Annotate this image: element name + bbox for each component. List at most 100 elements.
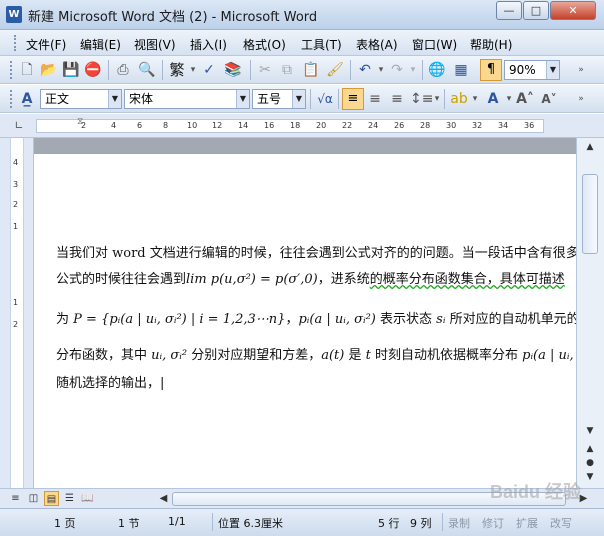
chevron-down-icon[interactable]: ▼ [546,61,559,79]
status-track-changes[interactable]: 修订 [482,515,504,531]
equation-object[interactable]: P = {pᵢ(a | uᵢ, σᵢ²) | i = 1,2,3⋯n} [73,312,285,327]
horizontal-ruler[interactable]: 2 ⧖ 4 6 8 10 12 14 16 18 20 22 24 26 28 … [36,117,544,133]
doc-text: 是 [344,348,366,363]
ruler-tick: 12 [212,121,223,130]
vertical-ruler-tick: 2 [13,200,19,209]
select-browse-object-icon[interactable]: ● [582,456,598,470]
ruler-tick: 10 [187,121,198,130]
styles-formatting-icon[interactable]: A̲ [18,90,36,108]
show-hide-marks-button[interactable]: ¶ [480,59,502,81]
spelling-icon[interactable]: ✓ [200,61,218,79]
equation-object[interactable]: a(t) [321,348,344,363]
tables-borders-icon[interactable]: ▦ [452,61,470,79]
ruler-tick: 24 [368,121,379,130]
scroll-left-icon[interactable]: ◀ [156,491,171,506]
scroll-down-icon[interactable]: ▼ [582,424,598,438]
scroll-up-icon[interactable]: ▲ [582,140,598,154]
status-extend[interactable]: 扩展 [516,515,538,531]
ruler-tick: 8 [163,121,169,130]
toolbar-grip[interactable] [10,61,13,79]
normal-view-icon[interactable]: ≡ [8,491,23,506]
vertical-ruler-tick: 3 [13,180,19,189]
doc-text: 时刻自动机依据概率分布 [370,348,523,363]
save-icon[interactable]: 💾 [62,61,80,79]
permission-icon[interactable]: ⛔ [84,61,102,79]
ruler-tick: 4 [111,121,117,130]
print-preview-icon[interactable]: 🔍 [138,61,156,79]
status-page-count: 1/1 [168,515,186,528]
cut-icon[interactable]: ✂ [256,61,274,79]
menu-table[interactable]: 表格(A) [356,36,398,53]
menu-window[interactable]: 窗口(W) [412,36,457,53]
word-app-icon[interactable]: W [6,6,22,23]
menu-format[interactable]: 格式(O) [243,36,286,53]
ruler-tick: 32 [472,121,483,130]
menu-view[interactable]: 视图(V) [134,36,176,53]
doc-line-5: 随机选择的输出，| [56,372,556,391]
reading-layout-icon[interactable]: 📖 [80,491,95,506]
next-page-icon[interactable]: ▼ [582,470,598,484]
doc-text: ， [285,312,299,327]
close-button[interactable]: ✕ [550,1,596,20]
ruler-tick: 20 [316,121,327,130]
vertical-scrollbar[interactable]: ▲ ▼ ▲ ● ▼ [576,138,604,488]
paste-icon[interactable]: 📋 [302,61,320,79]
status-record[interactable]: 录制 [448,515,470,531]
menu-edit[interactable]: 编辑(E) [80,36,121,53]
print-icon[interactable]: ⎙ [114,61,132,79]
outline-view-icon[interactable]: ☰ [62,491,77,506]
web-layout-icon[interactable]: ◫ [26,491,41,506]
grow-font-icon[interactable]: A˄ [516,90,534,108]
font-size-select[interactable]: 五号 ▼ [252,89,306,109]
copy-icon[interactable]: ⧉ [278,61,296,79]
menu-help[interactable]: 帮助(H) [470,36,512,53]
ruler-tick: 16 [264,121,275,130]
line-spacing-icon[interactable]: ↕≡ [410,90,433,108]
minimize-button[interactable]: — [496,1,522,20]
align-left-button[interactable]: ≡ [342,88,364,110]
first-line-indent-marker[interactable]: ⧖ [77,117,83,127]
new-document-icon[interactable]: 🗋 [18,61,36,79]
maximize-button[interactable]: □ [523,1,549,20]
equation-icon[interactable]: √α [314,90,336,108]
chevron-down-icon[interactable]: ▼ [236,90,249,108]
ruler-tick: 18 [290,121,301,130]
menu-tools[interactable]: 工具(T) [301,36,342,53]
chevron-down-icon[interactable]: ▼ [292,90,305,108]
toolbar-options-icon[interactable]: » [572,90,590,108]
title-bar: W 新建 Microsoft Word 文档 (2) - Microsoft W… [0,0,604,30]
document-page[interactable]: 当我们对 word 文档进行编辑的时候，往往会遇到公式对齐的的问题。当一段话中含… [34,138,604,488]
align-center-icon[interactable]: ≡ [366,90,384,108]
tab-selector-icon[interactable]: ∟ [10,117,28,135]
equation-object[interactable]: uᵢ, σᵢ² [151,348,187,363]
equation-object[interactable]: lim p(u,σ²) = p(σ′,0) [186,272,318,287]
align-right-icon[interactable]: ≡ [388,90,406,108]
highlight-dropdown-icon[interactable]: ▾ [466,90,484,108]
scroll-thumb[interactable] [582,174,598,254]
doc-text: 表示状态 [375,312,437,327]
toolbar-options-icon[interactable]: » [572,61,590,79]
vertical-ruler-strip[interactable] [10,138,24,488]
font-select[interactable]: 宋体 ▼ [124,89,250,109]
shrink-font-icon[interactable]: A˅ [540,90,558,108]
previous-page-icon[interactable]: ▲ [582,442,598,456]
toolbar-grip[interactable] [14,35,17,51]
chevron-down-icon[interactable]: ▼ [108,90,121,108]
equation-object[interactable]: pᵢ(a | uᵢ, σᵢ²) [298,312,375,327]
style-select[interactable]: 正文 ▼ [40,89,122,109]
hyperlink-icon[interactable]: 🌐 [428,61,446,79]
status-column: 9 列 [410,517,432,530]
format-painter-icon[interactable]: 🖌 [326,61,344,79]
status-overtype[interactable]: 改写 [550,515,572,531]
font-value: 宋体 [129,92,154,106]
toolbar-grip[interactable] [10,90,13,108]
redo-dropdown-icon[interactable]: ▾ [404,61,422,79]
zoom-select[interactable]: 90% ▼ [504,60,560,80]
open-folder-icon[interactable]: 📂 [40,61,58,79]
print-layout-icon[interactable]: ▤ [44,491,59,506]
menu-file[interactable]: 文件(F) [26,36,66,53]
menu-insert[interactable]: 插入(I) [190,36,227,53]
doc-text: 分布函数，其中 [56,348,152,363]
doc-text: 随机选择的输出， [56,376,161,391]
research-icon[interactable]: 📚 [224,61,242,79]
